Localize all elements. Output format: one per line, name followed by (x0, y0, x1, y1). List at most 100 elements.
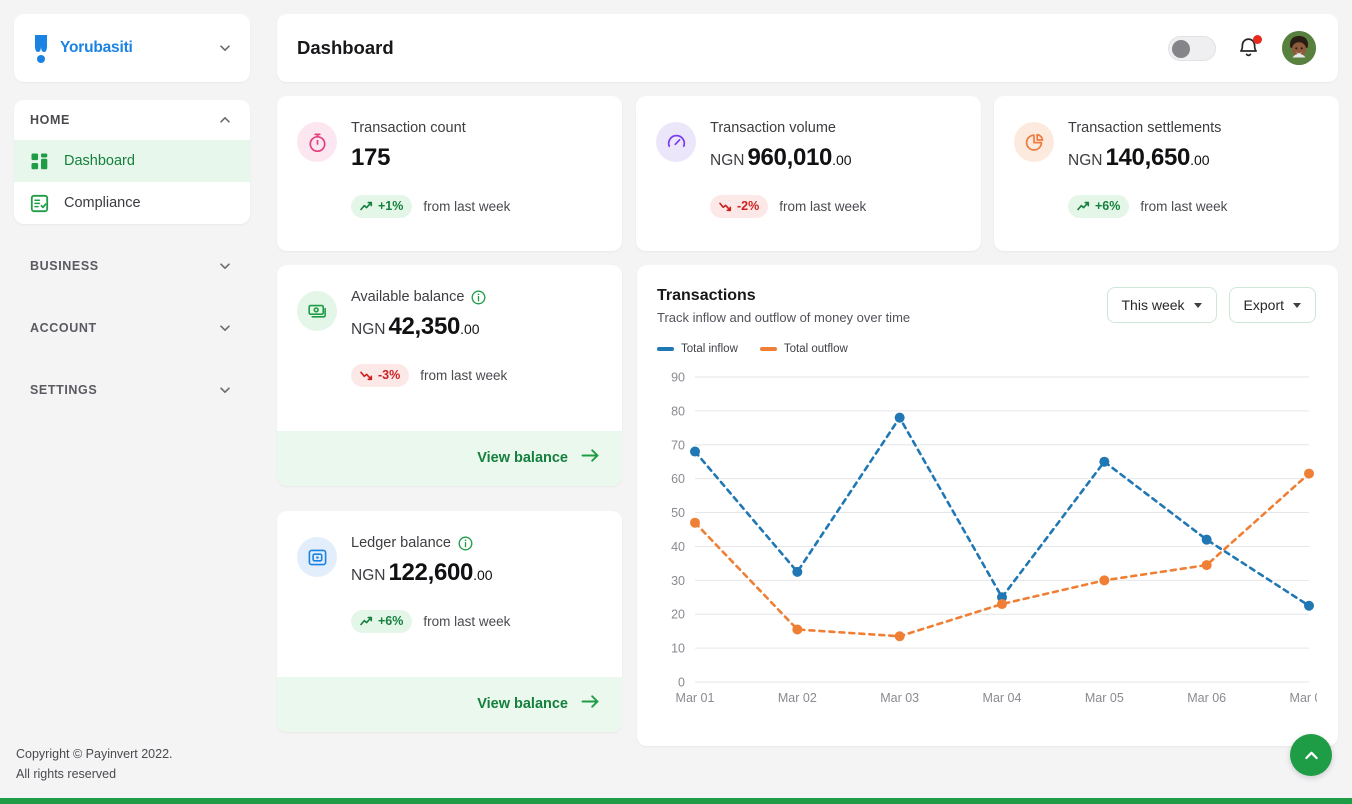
pie-chart-icon (1014, 122, 1054, 162)
chart-line-total-outflow (693, 472, 1311, 638)
stat-amount: 140,650 (1105, 143, 1191, 171)
balance-label: Ledger balance (351, 535, 451, 551)
y-axis-tick-label: 80 (671, 404, 685, 418)
stat-label: Transaction count (351, 120, 466, 136)
sidebar-item-business[interactable]: BUSINESS (14, 246, 250, 286)
chart-data-point[interactable] (1099, 456, 1110, 467)
x-axis-tick-label: Mar 01 (676, 691, 715, 705)
balance-amount: 42,350 (388, 312, 461, 340)
stat-value: 175 (351, 144, 466, 172)
chart-data-point[interactable] (792, 566, 803, 577)
view-balance-button-available[interactable]: View balance (277, 430, 622, 486)
chevron-down-icon[interactable] (218, 41, 232, 55)
chart-data-point[interactable] (1304, 468, 1314, 479)
user-avatar-icon (1282, 31, 1316, 65)
legend-label-outflow: Total outflow (783, 343, 848, 355)
balance-label-row: Ledger balance (351, 534, 493, 553)
copyright-footer: Copyright © Payinvert 2022. All rights r… (16, 744, 173, 785)
balance-delta-value: -3% (378, 368, 401, 383)
chart-data-point[interactable] (997, 599, 1007, 610)
stat-currency: NGN (710, 151, 745, 169)
chart-data-point[interactable] (1099, 575, 1110, 586)
chart-data-point[interactable] (894, 412, 905, 423)
info-icon[interactable] (458, 536, 473, 551)
chevron-down-icon[interactable] (218, 383, 232, 397)
arrow-right-icon (581, 448, 600, 468)
chevron-up-icon[interactable] (218, 113, 232, 127)
brand-card[interactable]: Yorubasiti (14, 14, 250, 82)
balance-top: Ledger balance NGN 122,600.00 +6% from l… (277, 511, 622, 633)
avatar[interactable] (1282, 31, 1316, 65)
arrow-right-icon (581, 694, 600, 714)
stat-body: Transaction volume NGN 960,010.00 (710, 118, 852, 172)
chart-header-text: Transactions Track inflow and outflow of… (657, 287, 1107, 325)
chart-data-point[interactable] (1201, 534, 1212, 545)
stat-delta-row: +6% from last week (1014, 194, 1319, 218)
status-badge: -3% (351, 363, 410, 387)
view-balance-button-ledger[interactable]: View balance (277, 676, 622, 732)
nav-group-label-home: HOME (30, 113, 70, 127)
chevron-down-icon[interactable] (218, 259, 232, 273)
stat-card-transaction-settlements: Transaction settlements NGN 140,650.00 +6… (994, 96, 1339, 251)
sidebar-item-label-compliance: Compliance (64, 194, 141, 211)
scroll-to-top-button[interactable] (1290, 734, 1332, 776)
chart-data-point[interactable] (690, 517, 700, 528)
balance-delta-row: -3% from last week (297, 363, 602, 387)
chart-data-point[interactable] (792, 624, 803, 635)
legend-item-inflow[interactable]: Total inflow (657, 343, 738, 355)
balance-top: Available balance NGN 42,350.00 -3% from… (277, 265, 622, 387)
nav-group-header-home[interactable]: HOME (14, 100, 250, 140)
topbar-actions (1168, 31, 1316, 65)
x-axis-tick-label: Mar 05 (1085, 691, 1124, 705)
notification-bell-button[interactable] (1238, 35, 1262, 60)
date-range-label: This week (1121, 297, 1185, 313)
y-axis-tick-label: 20 (671, 608, 685, 622)
date-range-dropdown[interactable]: This week (1106, 287, 1217, 323)
legend-label-inflow: Total inflow (681, 343, 738, 355)
chart-data-point[interactable] (690, 446, 700, 457)
status-badge: +6% (351, 609, 413, 633)
stopwatch-icon (297, 122, 337, 162)
stat-value: NGN 960,010.00 (710, 144, 852, 172)
stat-delta-row: +1% from last week (297, 194, 602, 218)
transactions-chart-card: Transactions Track inflow and outflow of… (637, 265, 1338, 746)
balance-amount: 122,600 (388, 558, 474, 586)
stat-label: Transaction settlements (1068, 120, 1222, 136)
x-axis-tick-label: Mar 04 (983, 691, 1022, 705)
chevron-down-icon[interactable] (218, 321, 232, 335)
balance-delta-text: from last week (420, 367, 508, 383)
balance-decimals: .00 (473, 566, 493, 583)
stat-value: NGN 140,650.00 (1068, 144, 1221, 172)
balance-card-ledger: Ledger balance NGN 122,600.00 +6% from l… (277, 511, 622, 732)
view-balance-label: View balance (477, 696, 568, 713)
sidebar-item-account[interactable]: ACCOUNT (14, 308, 250, 348)
legend-swatch-outflow (759, 347, 777, 351)
chart-data-point[interactable] (1304, 600, 1314, 611)
stat-card-transaction-count: Transaction count 175 +1% from last week (277, 96, 622, 251)
export-dropdown[interactable]: Export (1228, 287, 1316, 323)
y-axis-tick-label: 10 (671, 642, 685, 656)
y-axis-tick-label: 40 (671, 540, 685, 554)
chart-data-point[interactable] (894, 631, 905, 642)
chevron-up-icon (1302, 746, 1321, 765)
balance-card-available: Available balance NGN 42,350.00 -3% from… (277, 265, 622, 486)
y-axis-tick-label: 60 (671, 472, 685, 486)
sidebar-item-dashboard[interactable]: Dashboard (14, 140, 250, 182)
balance-label: Available balance (351, 289, 465, 305)
sidebar-item-compliance[interactable]: Compliance (14, 182, 250, 224)
export-label: Export (1243, 297, 1284, 313)
brand-name: Yorubasiti (60, 39, 133, 56)
info-icon[interactable] (471, 290, 486, 305)
stat-amount: 960,010 (747, 143, 833, 171)
chart-data-point[interactable] (1201, 560, 1212, 571)
stat-delta-value: -2% (737, 199, 760, 214)
balance-row: Available balance NGN 42,350.00 (297, 287, 602, 341)
balance-body: Available balance NGN 42,350.00 (351, 287, 486, 341)
theme-toggle-switch[interactable] (1168, 35, 1216, 61)
legend-item-outflow[interactable]: Total outflow (759, 343, 848, 355)
stat-delta-text: from last week (779, 198, 867, 214)
chart-controls: This week Export (1106, 287, 1316, 323)
sidebar-item-settings[interactable]: SETTINGS (14, 370, 250, 410)
balance-delta-text: from last week (423, 613, 511, 629)
